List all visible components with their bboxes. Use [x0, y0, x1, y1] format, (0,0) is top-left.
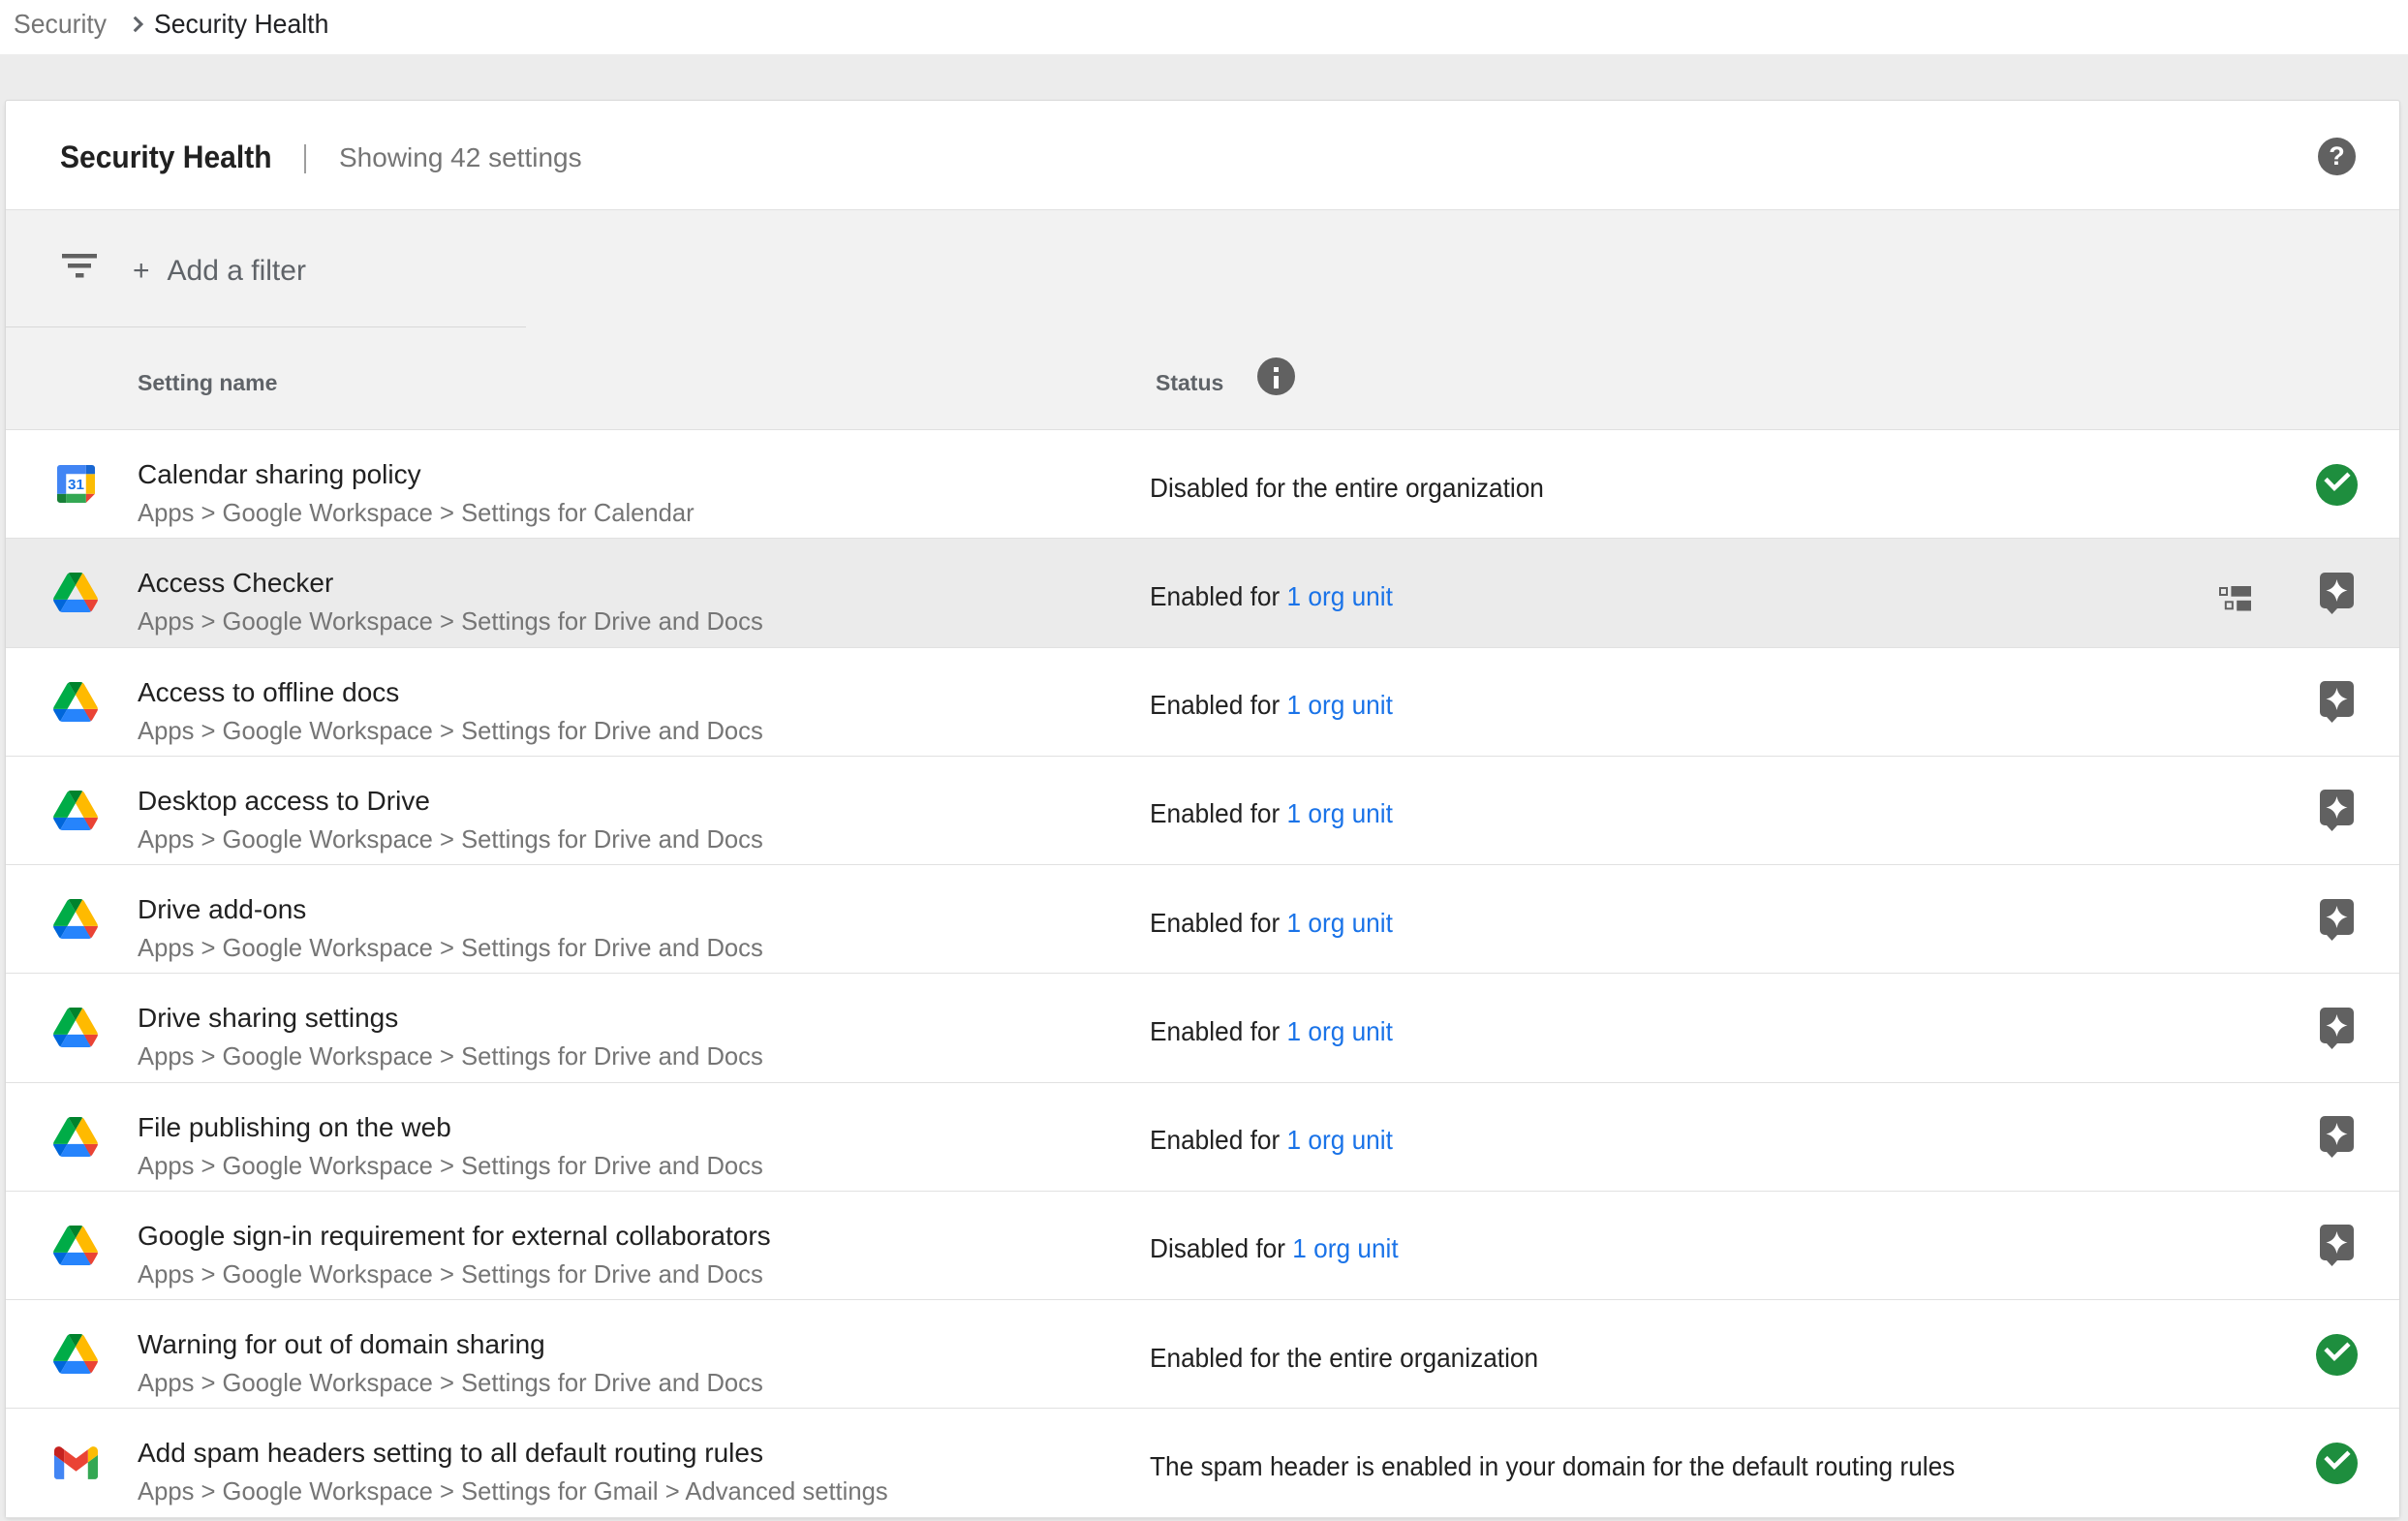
- svg-text:31: 31: [68, 477, 84, 493]
